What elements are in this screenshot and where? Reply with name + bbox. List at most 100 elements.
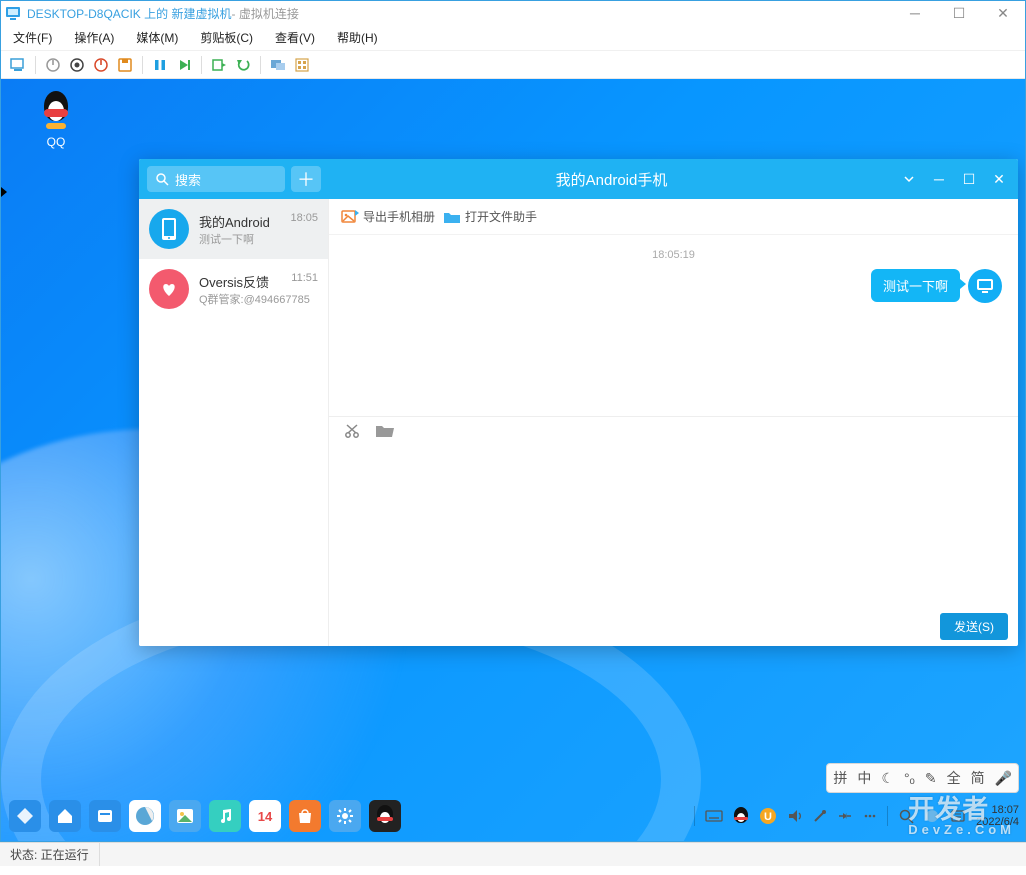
dock-settings[interactable]	[329, 800, 361, 832]
save-icon[interactable]	[116, 56, 134, 74]
dock-home[interactable]	[49, 800, 81, 832]
tray-keyboard-icon[interactable]	[705, 809, 723, 823]
message-timestamp: 18:05:19	[345, 249, 1002, 261]
host-toolbar	[1, 51, 1025, 79]
tray-dots-icon[interactable]	[863, 809, 877, 823]
dock-launcher[interactable]	[9, 800, 41, 832]
self-avatar	[968, 269, 1002, 303]
shutdown-icon[interactable]	[92, 56, 110, 74]
menu-file[interactable]: 文件(F)	[13, 29, 52, 46]
qq-minimize-button[interactable]: ─	[924, 159, 954, 199]
qq-maximize-button[interactable]: ☐	[954, 159, 984, 199]
checkpoint-icon[interactable]	[210, 56, 228, 74]
status-text: 状态: 正在运行	[0, 843, 100, 866]
menu-clipboard[interactable]: 剪贴板(C)	[200, 29, 253, 46]
send-button[interactable]: 发送(S)	[940, 613, 1008, 640]
vm-desktop: QQ 搜索 ＋ 我的Android手机 ─ ☐ ✕	[1, 79, 1025, 841]
chat-name: Oversis反馈	[199, 272, 269, 291]
host-statusbar: 状态: 正在运行	[0, 842, 1026, 866]
ime-lang[interactable]: 中	[857, 768, 871, 788]
qq-close-button[interactable]: ✕	[984, 159, 1014, 199]
chat-name: 我的Android	[199, 212, 270, 231]
chat-time: 11:51	[291, 272, 318, 291]
ime-bar[interactable]: 拼 中 ☾ °ₒ ✎ 全 简 🎤	[826, 763, 1019, 793]
export-album-button[interactable]: 导出手机相册	[341, 208, 435, 226]
pause-icon[interactable]	[151, 56, 169, 74]
menu-view[interactable]: 查看(V)	[275, 29, 315, 46]
start-icon[interactable]	[44, 56, 62, 74]
host-title-2: - 虚拟机连接	[231, 5, 298, 22]
ime-simp[interactable]: 简	[971, 768, 985, 788]
desktop-icon-qq[interactable]: QQ	[21, 89, 91, 149]
tray-assistant-icon[interactable]	[924, 808, 940, 824]
message-row: 测试一下啊	[345, 269, 1002, 303]
phone-icon	[149, 209, 189, 249]
ctrl-alt-del-icon[interactable]	[9, 56, 27, 74]
add-button[interactable]: ＋	[291, 166, 321, 192]
open-file-helper-button[interactable]: 打开文件助手	[443, 208, 537, 226]
ime-full[interactable]: 全	[947, 768, 961, 788]
tray-qq-icon[interactable]	[733, 807, 749, 825]
tray-search-icon[interactable]	[898, 808, 914, 824]
enhanced-session-icon[interactable]	[269, 56, 287, 74]
ime-moon-icon[interactable]: ☾	[881, 770, 894, 787]
dock-qq[interactable]	[369, 800, 401, 832]
host-titlebar: DESKTOP-D8QACIK 上的 新建虚拟机 - 虚拟机连接 ─ ☐ ✕	[1, 1, 1025, 25]
ime-mode[interactable]: 拼	[833, 768, 847, 788]
tray-pin-icon[interactable]	[813, 809, 827, 823]
chat-preview: 测试一下啊	[199, 231, 318, 247]
image-export-icon	[341, 208, 359, 226]
turnoff-icon[interactable]	[68, 56, 86, 74]
heart-icon	[149, 269, 189, 309]
tray-u-icon[interactable]: U	[759, 807, 777, 825]
dock-calendar[interactable]: 14	[249, 800, 281, 832]
dock-music[interactable]	[209, 800, 241, 832]
close-button[interactable]: ✕	[981, 1, 1025, 25]
host-title-1: DESKTOP-D8QACIK 上的 新建虚拟机	[27, 5, 231, 22]
dropdown-button[interactable]	[894, 159, 924, 199]
revert-icon[interactable]	[234, 56, 252, 74]
ime-symbol[interactable]: °ₒ	[904, 770, 915, 786]
system-tray: U 18:07 2022/6/4	[694, 797, 1019, 835]
minimize-button[interactable]: ─	[893, 1, 937, 25]
dock: 14	[9, 797, 401, 835]
maximize-button[interactable]: ☐	[937, 1, 981, 25]
chat-preview: Q群管家:@494667785	[199, 291, 318, 307]
qq-window: 搜索 ＋ 我的Android手机 ─ ☐ ✕	[139, 159, 1018, 646]
tray-notify-icon[interactable]	[950, 808, 966, 824]
tray-volume-icon[interactable]	[787, 808, 803, 824]
dock-store[interactable]	[289, 800, 321, 832]
search-input[interactable]: 搜索	[147, 166, 285, 192]
menu-action[interactable]: 操作(A)	[74, 29, 114, 46]
scissors-icon[interactable]	[343, 422, 361, 440]
chat-item-android[interactable]: 我的Android 18:05 测试一下啊	[139, 199, 328, 259]
ime-pen-icon[interactable]: ✎	[925, 770, 937, 787]
chevron-down-icon	[903, 173, 915, 185]
menu-media[interactable]: 媒体(M)	[136, 29, 178, 46]
host-menubar: 文件(F) 操作(A) 媒体(M) 剪贴板(C) 查看(V) 帮助(H)	[1, 25, 1025, 51]
folder-icon	[443, 208, 461, 226]
ime-mic-icon[interactable]: 🎤	[995, 770, 1012, 787]
input-toolbar	[329, 416, 1018, 446]
chat-time: 18:05	[290, 212, 318, 231]
tray-network-icon[interactable]	[837, 809, 853, 823]
reset-icon[interactable]	[175, 56, 193, 74]
search-icon	[155, 172, 169, 186]
penguin-icon	[36, 89, 76, 129]
share-icon[interactable]	[293, 56, 311, 74]
chat-sidebar: 我的Android 18:05 测试一下啊 Oversis反馈 11:51 Q群管家…	[139, 199, 329, 646]
dock-browser[interactable]	[129, 800, 161, 832]
message-input[interactable]	[329, 446, 1018, 607]
menu-help[interactable]: 帮助(H)	[337, 29, 378, 46]
tray-clock[interactable]: 18:07 2022/6/4	[976, 804, 1019, 828]
desktop-icon-label: QQ	[21, 135, 91, 149]
folder-open-icon[interactable]	[375, 423, 395, 439]
chat-item-oversis[interactable]: Oversis反馈 11:51 Q群管家:@494667785	[139, 259, 328, 319]
cursor-icon	[1, 187, 7, 197]
dock-gallery[interactable]	[169, 800, 201, 832]
svg-text:U: U	[764, 811, 772, 823]
dock-files[interactable]	[89, 800, 121, 832]
search-placeholder: 搜索	[175, 170, 201, 189]
qq-titlebar: 搜索 ＋ 我的Android手机 ─ ☐ ✕	[139, 159, 1018, 199]
vm-app-icon	[5, 5, 21, 21]
